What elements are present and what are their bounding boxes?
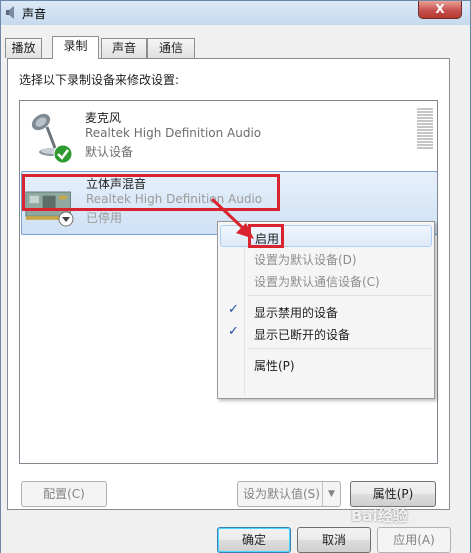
checkmark-icon: ✓ bbox=[228, 302, 239, 317]
device-driver: Realtek High Definition Audio bbox=[85, 126, 262, 140]
sound-dialog: 声音 X 播放 录制 声音 通信 选择以下录制设备来修改设置: 麦克风 Real… bbox=[0, 0, 471, 553]
configure-button[interactable]: 配置(C) bbox=[21, 481, 107, 507]
context-menu: 启用 设置为默认设备(D) 设置为默认通信设备(C) ✓ 显示禁用的设备 ✓ 显… bbox=[217, 221, 435, 399]
list-item-microphone[interactable]: 麦克风 Realtek High Definition Audio 默认设备 bbox=[21, 106, 437, 170]
panel-caption: 选择以下录制设备来修改设置: bbox=[19, 73, 180, 87]
menu-item-label: 设置为默认设备(D) bbox=[254, 253, 357, 267]
checkmark-icon: ✓ bbox=[228, 324, 239, 339]
dialog-body: 播放 录制 声音 通信 选择以下录制设备来修改设置: 麦克风 Realtek H… bbox=[1, 25, 470, 553]
close-button[interactable]: X bbox=[418, 1, 462, 19]
tab-sounds[interactable]: 声音 bbox=[101, 38, 147, 58]
menu-item-label: 显示禁用的设备 bbox=[254, 306, 339, 320]
watermark: Bai经验 bbox=[351, 507, 408, 525]
set-default-button[interactable]: 设为默认值(S) ▼ bbox=[237, 481, 341, 507]
device-status: 默认设备 bbox=[85, 145, 134, 159]
menu-item-show-disconnected[interactable]: ✓ 显示已断开的设备 bbox=[220, 322, 432, 344]
apply-button[interactable]: 应用(A) bbox=[377, 527, 451, 553]
menu-separator bbox=[248, 295, 432, 296]
window-title: 声音 bbox=[22, 7, 47, 21]
menu-item-properties[interactable]: 属性(P) bbox=[220, 353, 432, 375]
menu-item-label: 属性(P) bbox=[254, 359, 295, 373]
menu-separator bbox=[248, 348, 432, 349]
chevron-down-icon[interactable]: ▼ bbox=[322, 482, 340, 506]
ok-button[interactable]: 确定 bbox=[217, 527, 291, 553]
level-meter bbox=[417, 108, 433, 150]
set-default-label: 设为默认值(S) bbox=[243, 487, 320, 501]
default-check-badge bbox=[53, 144, 73, 164]
menu-item-show-disabled[interactable]: ✓ 显示禁用的设备 bbox=[220, 300, 432, 322]
menu-item-set-default[interactable]: 设置为默认设备(D) bbox=[220, 247, 432, 269]
annotation-arrow-icon bbox=[210, 197, 254, 239]
tab-recording[interactable]: 录制 bbox=[52, 36, 99, 59]
menu-item-label: 设置为默认通信设备(C) bbox=[254, 275, 380, 289]
device-name: 麦克风 bbox=[85, 111, 122, 125]
properties-button[interactable]: 属性(P) bbox=[350, 481, 436, 507]
cancel-button[interactable]: 取消 bbox=[297, 527, 371, 553]
device-status: 已停用 bbox=[86, 211, 123, 225]
tab-playback[interactable]: 播放 bbox=[5, 38, 42, 58]
title-bar[interactable]: 声音 X bbox=[1, 1, 470, 25]
disabled-down-arrow-badge bbox=[58, 211, 74, 227]
menu-item-set-default-comm[interactable]: 设置为默认通信设备(C) bbox=[220, 269, 432, 291]
menu-item-label: 显示已断开的设备 bbox=[254, 328, 351, 342]
speaker-icon bbox=[6, 6, 14, 19]
tab-communications[interactable]: 通信 bbox=[147, 38, 195, 58]
